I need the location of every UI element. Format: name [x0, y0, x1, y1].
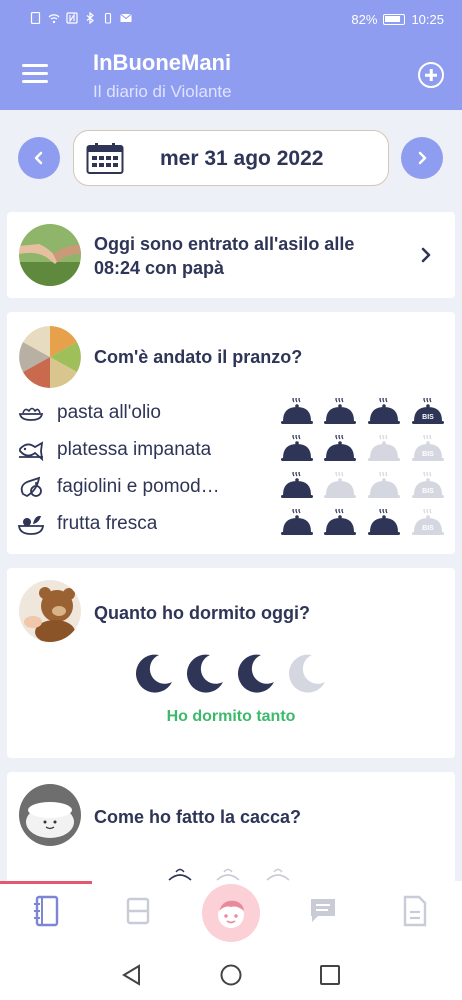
recents-icon[interactable] [319, 964, 341, 986]
sleep-card: Quanto ho dormito oggi? Ho dormito tanto [7, 568, 455, 758]
extra-serving-icon[interactable]: BIS [411, 398, 445, 428]
lunch-item-label: pasta all'olio [57, 402, 161, 423]
extra-serving-icon[interactable]: BIS [411, 509, 445, 539]
portion-cloche-icon[interactable] [280, 472, 314, 502]
poop-icon[interactable] [167, 866, 193, 882]
portion-cloche-icon[interactable] [280, 509, 314, 539]
portion-cloche-icon[interactable] [367, 398, 401, 428]
portion-cloche-icon[interactable] [367, 435, 401, 465]
sim-icon [30, 12, 41, 24]
portion-cloche-icon[interactable] [367, 509, 401, 539]
svg-text:BIS: BIS [422, 414, 434, 421]
food-plate-photo [19, 326, 81, 388]
previous-day-button[interactable] [18, 137, 60, 179]
teddy-bear-photo [19, 580, 81, 642]
vegetables-icon [20, 476, 42, 498]
current-date: mer 31 ago 2022 [160, 147, 324, 170]
status-bar: 82% 10:25 [0, 0, 462, 38]
bluetooth-icon [86, 12, 94, 24]
sleep-title: Quanto ho dormito oggi? [94, 603, 310, 623]
home-icon[interactable] [220, 964, 242, 986]
lunch-item: fagiolini e pomod… BIS [7, 470, 455, 504]
app-subtitle: Il diario di Violante [93, 82, 232, 101]
battery-percentage: 82% [351, 12, 378, 27]
calendar-icon [86, 143, 124, 174]
poop-icon[interactable] [215, 866, 241, 882]
potty-photo [19, 784, 81, 846]
svg-text:BIS: BIS [422, 488, 434, 495]
chevron-right-icon [421, 247, 431, 263]
arrival-text: Oggi sono entrato all'asilo alle 08:24 c… [94, 234, 355, 278]
moon-icon[interactable] [235, 652, 277, 694]
app-title: InBuoneMani [93, 50, 232, 75]
next-day-button[interactable] [401, 137, 443, 179]
lunch-item: pasta all'olio BIS [7, 396, 455, 430]
clock: 10:25 [411, 12, 444, 27]
back-icon[interactable] [121, 964, 143, 986]
chat-icon[interactable] [308, 895, 338, 925]
system-navigation-bar [0, 947, 462, 1000]
lunch-card: Com'è andato il pranzo? pasta all'olio BI… [7, 312, 455, 554]
portion-cloche-icon[interactable] [323, 472, 357, 502]
svg-text:BIS: BIS [422, 525, 434, 532]
mail-icon [120, 13, 132, 22]
lunch-item-label: fagiolini e pomod… [57, 476, 220, 497]
portion-cloche-icon[interactable] [323, 398, 357, 428]
date-selector[interactable]: mer 31 ago 2022 [73, 130, 389, 186]
bottom-navigation [0, 881, 462, 947]
arrival-card[interactable]: Oggi sono entrato all'asilo alle 08:24 c… [7, 212, 455, 298]
chevron-right-icon [418, 151, 427, 165]
portion-cloche-icon[interactable] [280, 435, 314, 465]
portion-cloche-icon[interactable] [367, 472, 401, 502]
wifi-icon [48, 14, 60, 24]
lunch-item-label: frutta fresca [57, 513, 158, 534]
notification-icons [30, 12, 132, 24]
fish-icon [19, 441, 44, 462]
child-profile-button[interactable] [202, 884, 260, 942]
portion-cloche-icon[interactable] [280, 398, 314, 428]
add-entry-button[interactable] [418, 62, 444, 88]
document-icon[interactable] [402, 895, 428, 927]
extra-serving-icon[interactable]: BIS [411, 435, 445, 465]
lunch-item-label: platessa impanata [57, 439, 212, 460]
calendar-icon[interactable] [125, 895, 151, 927]
battery-saver-icon [104, 12, 112, 24]
moon-icon[interactable] [184, 652, 226, 694]
extra-serving-icon[interactable]: BIS [411, 472, 445, 502]
svg-text:BIS: BIS [422, 451, 434, 458]
hands-photo [19, 224, 81, 286]
spaghetti-icon [18, 407, 44, 421]
diary-icon[interactable] [32, 895, 60, 927]
lunch-item: frutta fresca BIS [7, 507, 455, 541]
app-bar: InBuoneMani Il diario di Violante [0, 38, 462, 110]
portion-cloche-icon[interactable] [323, 435, 357, 465]
lunch-item: platessa impanata BIS [7, 433, 455, 467]
system-status: 82% 10:25 [351, 12, 444, 27]
chevron-left-icon [34, 151, 43, 165]
poop-title: Come ho fatto la cacca? [94, 807, 302, 827]
fruit-bowl-icon [17, 515, 45, 535]
moon-icon[interactable] [286, 652, 328, 694]
lunch-title: Com'è andato il pranzo? [94, 347, 303, 367]
active-tab-indicator [0, 881, 92, 884]
child-face-icon [218, 900, 244, 928]
nfc-icon [66, 12, 78, 24]
sleep-status: Ho dormito tanto [166, 708, 296, 725]
poop-icon[interactable] [265, 866, 291, 882]
battery-icon [383, 14, 406, 25]
portion-cloche-icon[interactable] [323, 509, 357, 539]
menu-icon[interactable] [22, 64, 48, 84]
moon-icon[interactable] [133, 652, 175, 694]
